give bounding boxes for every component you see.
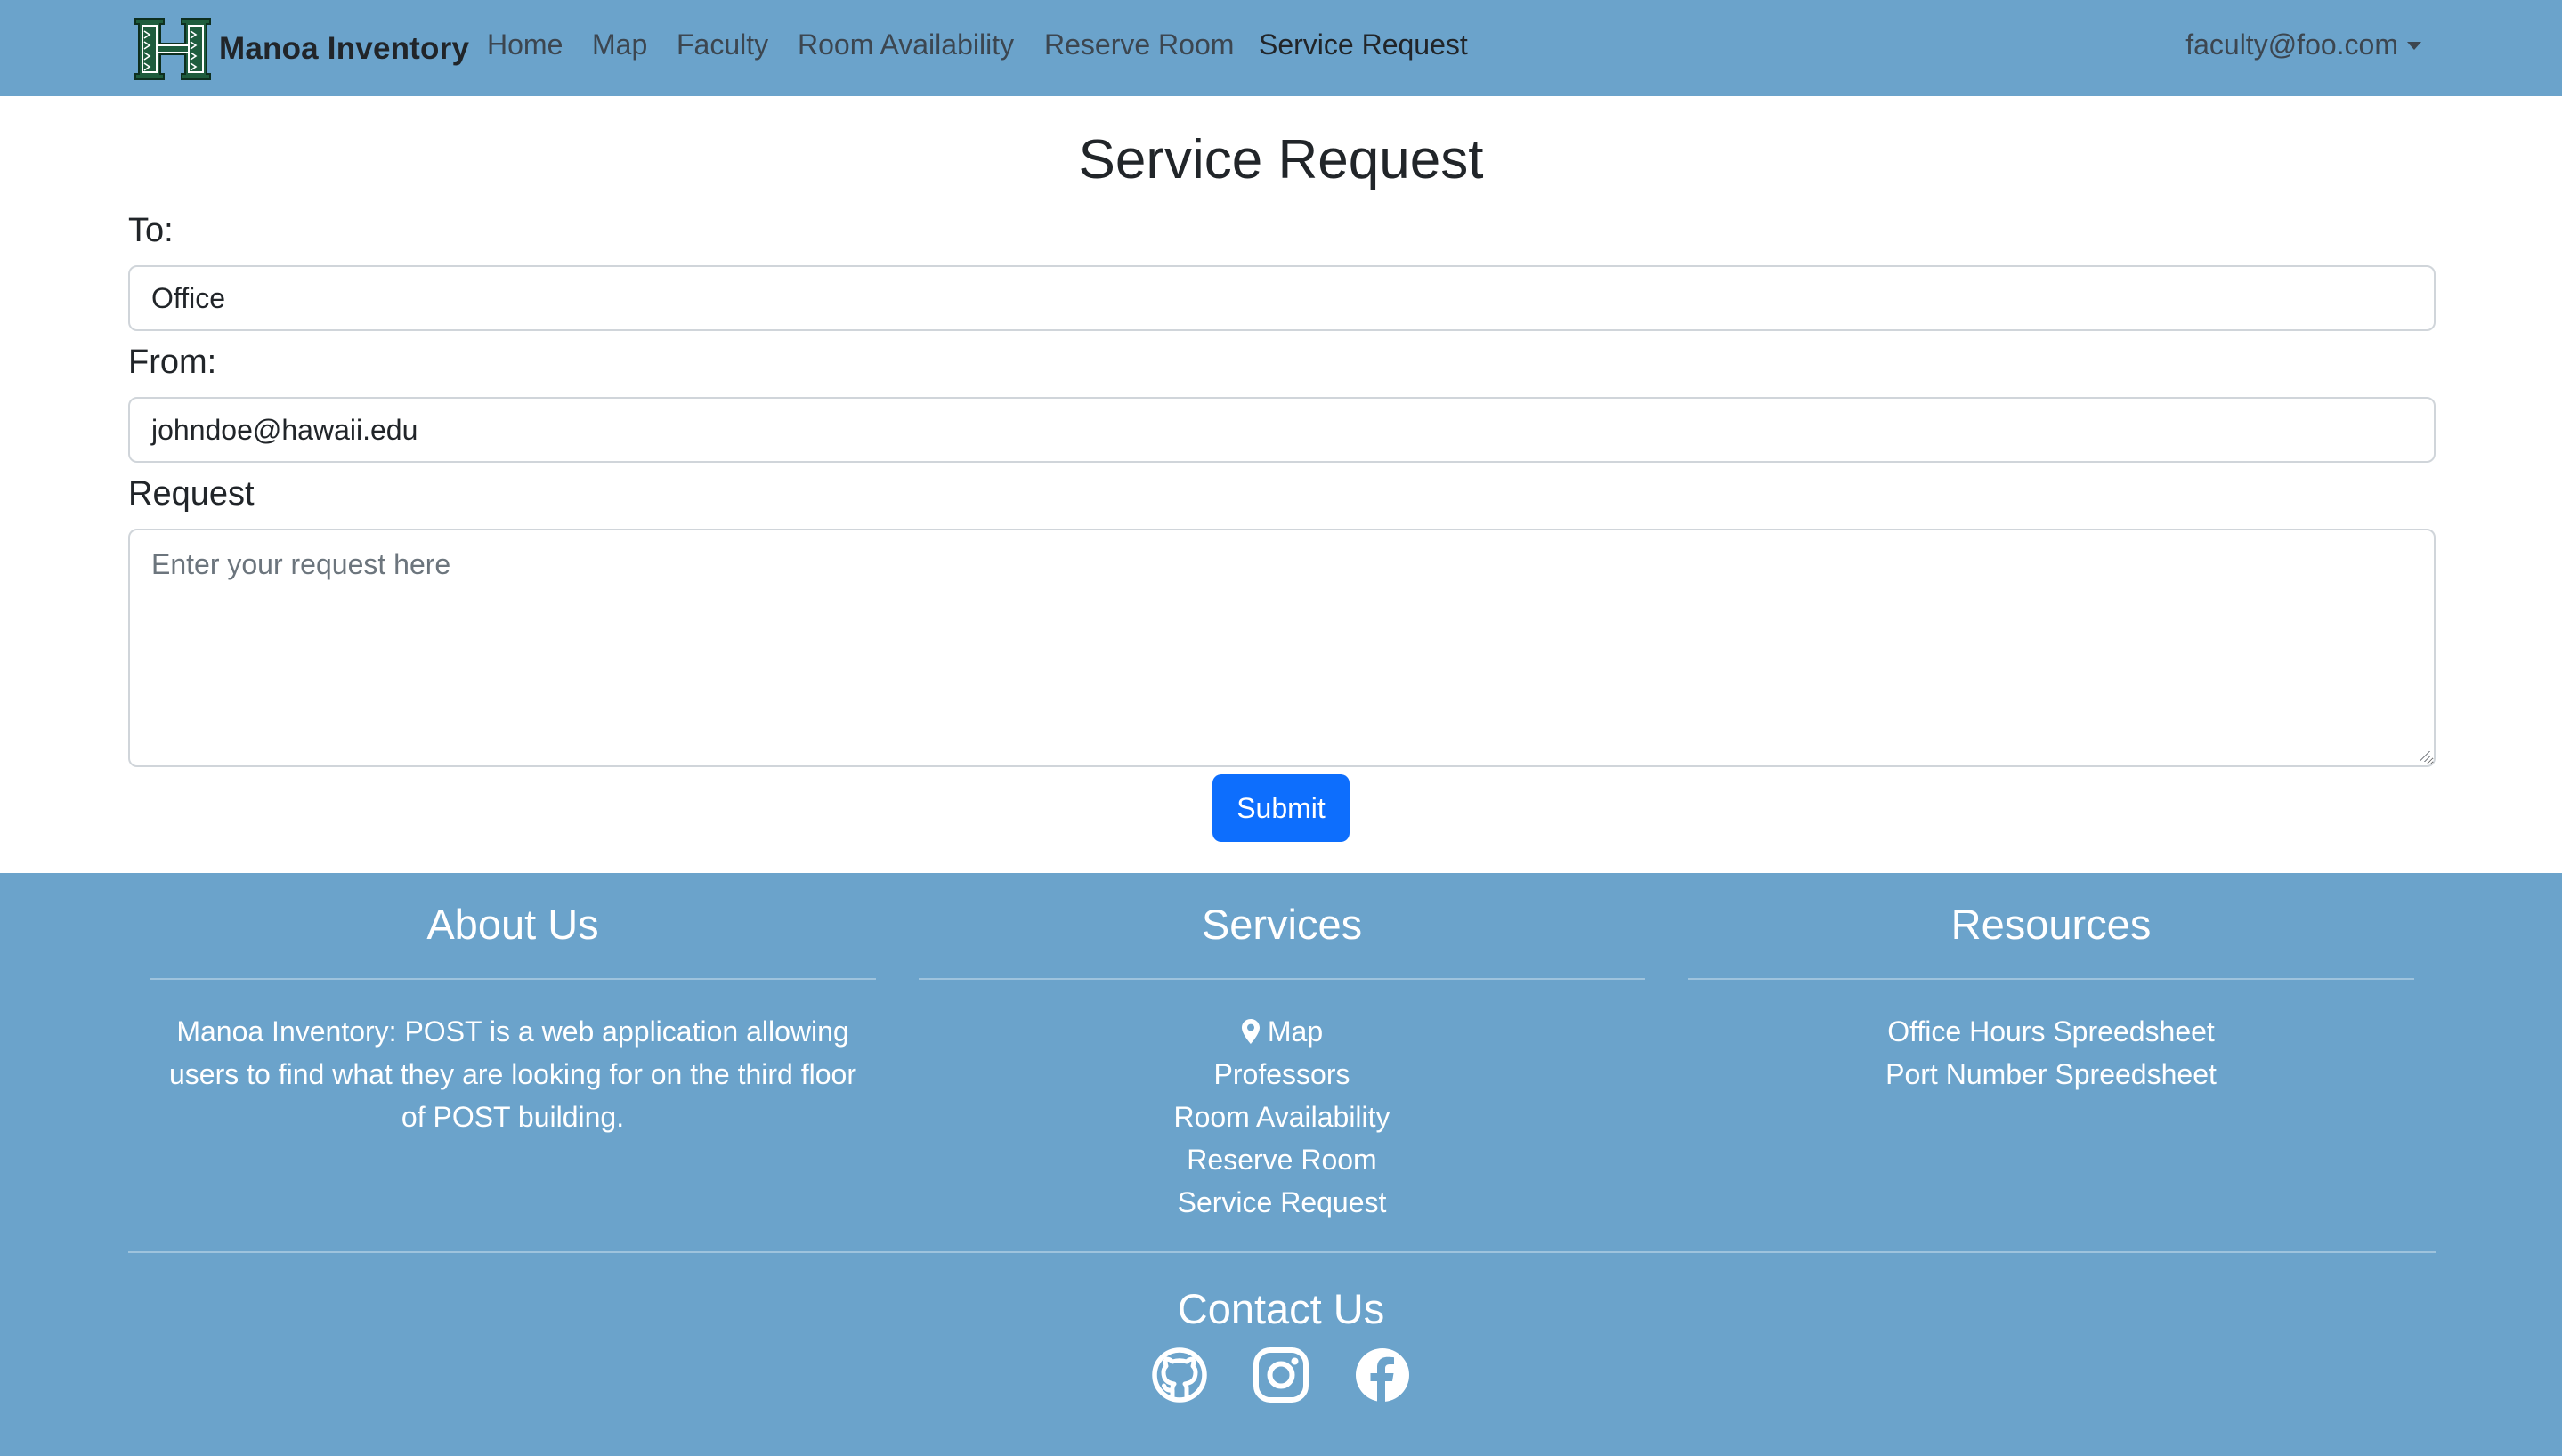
from-field-value: johndoe@hawaii.edu <box>151 413 418 446</box>
submit-button[interactable]: Submit <box>1212 774 1350 842</box>
divider <box>919 978 1645 980</box>
divider <box>1688 978 2414 980</box>
footer-link-room-availability[interactable]: Room Availability <box>919 1096 1645 1138</box>
request-textarea[interactable] <box>128 529 2436 767</box>
brand-name: Manoa Inventory <box>219 31 470 66</box>
resize-handle-icon[interactable] <box>2420 751 2430 762</box>
nav-room-availability[interactable]: Room Availability <box>798 28 1014 61</box>
to-field[interactable]: Office <box>128 265 2436 331</box>
footer-link-professors[interactable]: Professors <box>919 1053 1645 1096</box>
footer-link-office-hours[interactable]: Office Hours Spreedsheet <box>1688 1010 2414 1053</box>
about-text: Manoa Inventory: POST is a web applicati… <box>169 1015 856 1133</box>
from-field[interactable]: johndoe@hawaii.edu <box>128 397 2436 463</box>
facebook-icon[interactable] <box>1354 1347 1411 1403</box>
footer-about: About Us Manoa Inventory: POST is a web … <box>150 873 876 1138</box>
caret-down-icon <box>2407 42 2421 50</box>
divider <box>150 978 876 980</box>
footer-divider <box>128 1251 2436 1253</box>
github-icon[interactable] <box>1151 1347 1208 1403</box>
contact-title: Contact Us <box>1177 1285 1385 1332</box>
footer-link-port-number[interactable]: Port Number Spreedsheet <box>1688 1053 2414 1096</box>
services-title: Services <box>1201 901 1363 948</box>
nav-faculty[interactable]: Faculty <box>677 28 768 61</box>
nav-service-request[interactable]: Service Request <box>1259 28 1468 61</box>
footer-link-map-label: Map <box>1267 1015 1324 1048</box>
page-title: Service Request <box>1078 129 1484 190</box>
footer-link-reserve-room[interactable]: Reserve Room <box>919 1138 1645 1181</box>
resources-title: Resources <box>1950 901 2152 948</box>
user-dropdown[interactable]: faculty@foo.com <box>2185 28 2421 61</box>
to-label: To: <box>128 212 174 249</box>
to-field-value: Office <box>151 281 225 314</box>
nav-home[interactable]: Home <box>487 28 563 61</box>
footer-link-service-request[interactable]: Service Request <box>919 1181 1645 1224</box>
hawaii-h-logo-icon <box>134 18 211 80</box>
footer-resources: Resources Office Hours Spreedsheet Port … <box>1688 873 2414 1096</box>
nav-map[interactable]: Map <box>592 28 647 61</box>
request-label: Request <box>128 475 255 513</box>
from-label: From: <box>128 344 217 381</box>
footer-link-map[interactable]: Map <box>919 1010 1645 1053</box>
footer-services: Services Map Professors Room Availabilit… <box>919 873 1645 1224</box>
footer: About Us Manoa Inventory: POST is a web … <box>0 873 2562 1456</box>
about-title: About Us <box>426 901 599 948</box>
nav-reserve-room[interactable]: Reserve Room <box>1044 28 1234 61</box>
instagram-icon[interactable] <box>1253 1347 1309 1403</box>
user-email: faculty@foo.com <box>2185 28 2398 61</box>
map-pin-icon <box>1241 1019 1260 1044</box>
brand[interactable]: Manoa Inventory <box>132 11 469 87</box>
navbar: Manoa Inventory Home Map Faculty Room Av… <box>0 0 2562 96</box>
